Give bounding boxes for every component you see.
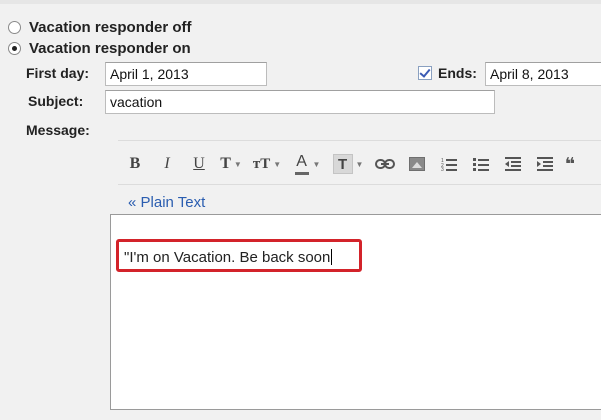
background-color-icon: T [332,154,353,174]
toolbar-bottom-divider [118,184,601,185]
vacation-on-option[interactable]: Vacation responder on [8,38,191,58]
size-glyph: тT [252,155,271,172]
subject-label: Subject: [28,93,84,109]
ends-input[interactable]: April 8, 2013 [485,62,601,86]
text-color-icon: A [294,152,310,176]
vacation-off-option[interactable]: Vacation responder off [8,17,192,37]
plain-text-link[interactable]: « Plain Text [128,194,205,211]
ends-checkbox[interactable] [418,66,432,80]
highlight-box [116,239,362,272]
underline-button[interactable]: U [188,152,210,176]
first-day-label: First day: [26,65,90,81]
indent-more-icon [537,157,553,171]
text-color-glyph: A [296,153,307,170]
font-glyph: T [220,155,231,172]
caret-down-icon: ▼ [233,159,242,169]
quote-button[interactable]: ❝ [566,152,574,176]
bulleted-list-icon [473,158,489,171]
top-divider [0,0,601,4]
link-button[interactable] [374,152,396,176]
numbered-list-icon: 1 2 3 [441,158,457,171]
caret-down-icon: ▼ [273,159,282,169]
ends-label: Ends: [438,65,477,81]
svg-text:3: 3 [441,167,444,171]
insert-image-button[interactable] [406,152,428,176]
text-color-button[interactable]: A ▼ [292,152,322,176]
vacation-on-radio[interactable] [8,41,21,55]
indent-less-icon [505,157,521,171]
caret-down-icon: ▼ [312,159,321,169]
italic-button[interactable]: I [156,152,178,176]
numbered-list-button[interactable]: 1 2 3 [438,152,460,176]
link-icon [375,159,395,169]
vacation-on-label: Vacation responder on [29,39,191,57]
formatting-toolbar: B I U T ▼ тT ▼ A ▼ T ▼ 1 2 3 ❝ [124,150,584,178]
font-button[interactable]: T ▼ [220,152,242,176]
message-label: Message: [26,122,90,138]
vacation-off-radio[interactable] [8,20,21,34]
bulleted-list-button[interactable] [470,152,492,176]
caret-down-icon: ▼ [355,159,364,169]
background-color-button[interactable]: T ▼ [332,152,364,176]
bold-button[interactable]: B [124,152,146,176]
quote-icon: ❝ [566,153,574,174]
color-bar [294,172,309,175]
vacation-off-label: Vacation responder off [29,18,192,36]
subject-input[interactable]: vacation [105,90,495,114]
first-day-input[interactable]: April 1, 2013 [105,62,267,86]
image-icon [409,157,425,171]
indent-more-button[interactable] [534,152,556,176]
toolbar-top-divider [118,140,601,141]
font-size-button[interactable]: тT ▼ [252,152,282,176]
indent-less-button[interactable] [502,152,524,176]
